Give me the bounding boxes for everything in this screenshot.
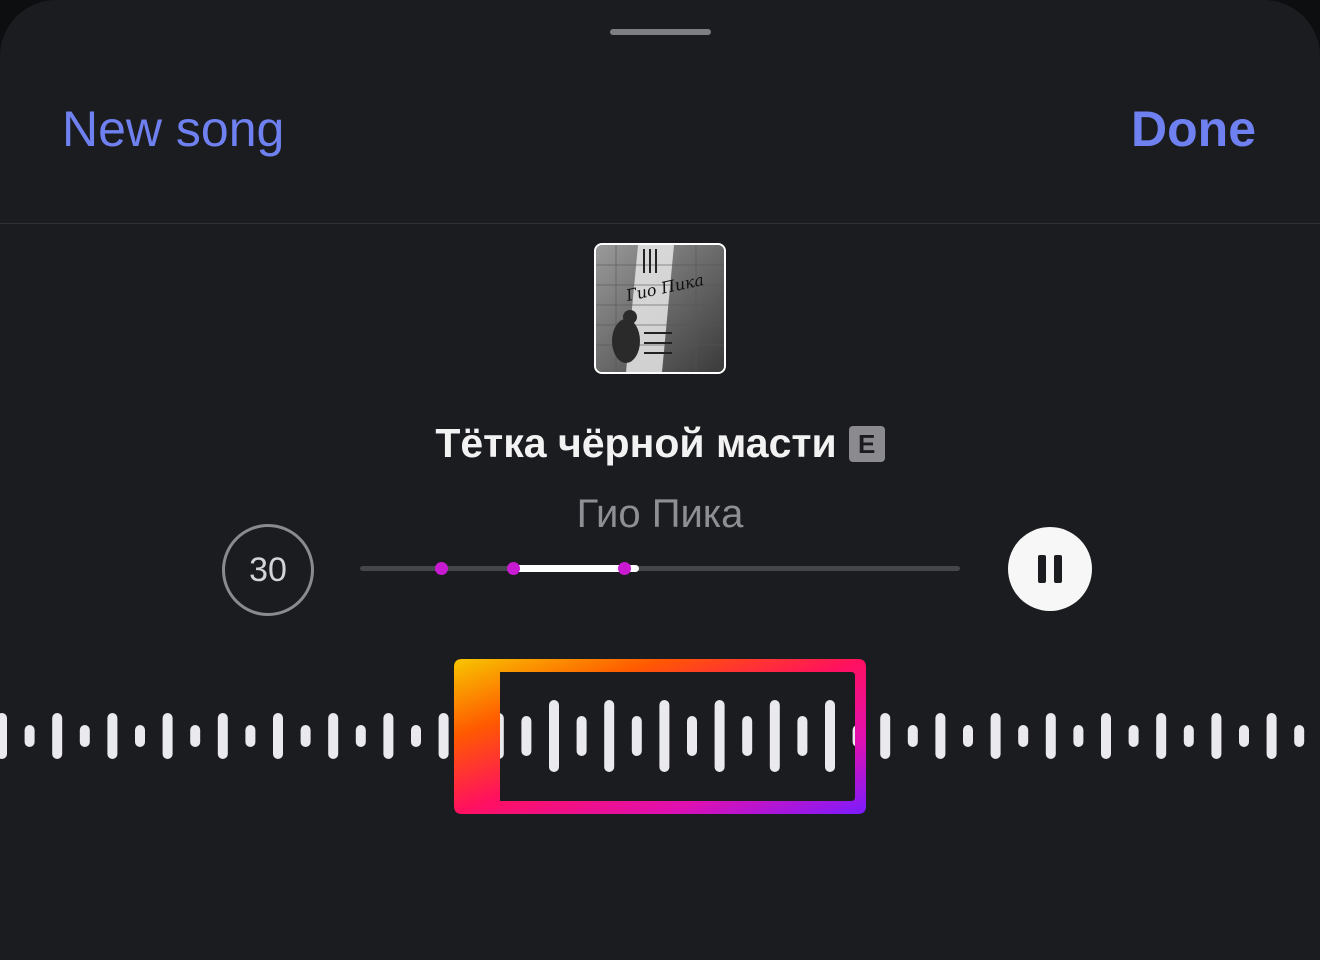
waveform-bar <box>963 725 973 747</box>
waveform-bar <box>245 725 256 747</box>
waveform-bar <box>411 725 421 747</box>
waveform-bar <box>659 700 670 772</box>
waveform-bar <box>383 713 394 759</box>
waveform-bar <box>631 716 642 756</box>
waveform-bar <box>24 725 35 747</box>
waveform-trimmer[interactable] <box>0 0 1320 938</box>
waveform-bar <box>742 716 753 756</box>
waveform-bar <box>1156 713 1167 759</box>
waveform-bar <box>825 700 835 772</box>
waveform-bar <box>328 713 339 759</box>
waveform-bar <box>880 713 891 759</box>
waveform-bar <box>935 713 946 759</box>
waveform-bar <box>135 725 145 747</box>
waveform-bar <box>714 700 725 772</box>
waveform-bar <box>769 700 780 772</box>
waveform-bar <box>79 725 90 747</box>
waveform-bar <box>1018 725 1029 747</box>
waveform-bar <box>521 716 532 756</box>
waveform-bar <box>907 725 918 747</box>
waveform-bar <box>0 713 7 759</box>
waveform-bar <box>190 725 201 747</box>
waveform-bar <box>1211 713 1222 759</box>
waveform-bar <box>1239 725 1249 747</box>
waveform-bar <box>1294 725 1305 747</box>
waveform-bar <box>687 716 697 756</box>
waveform-bar <box>1101 713 1111 759</box>
waveform-bar <box>355 725 366 747</box>
waveform-bar <box>52 713 63 759</box>
waveform-bar <box>576 716 587 756</box>
waveform-bar <box>1045 713 1056 759</box>
waveform-bar <box>1266 713 1277 759</box>
waveform-bar <box>1128 725 1139 747</box>
waveform-bar <box>1183 725 1194 747</box>
waveform-bar <box>549 700 559 772</box>
waveform-bar <box>107 713 118 759</box>
waveform-bar <box>273 713 283 759</box>
waveform-bar <box>797 716 808 756</box>
waveform-bar <box>1073 725 1084 747</box>
waveform-bar <box>162 713 173 759</box>
waveform-bar <box>990 713 1001 759</box>
waveform-bar <box>300 725 311 747</box>
waveform-bar <box>438 713 449 759</box>
waveform-bar <box>604 700 615 772</box>
waveform-bar <box>217 713 228 759</box>
